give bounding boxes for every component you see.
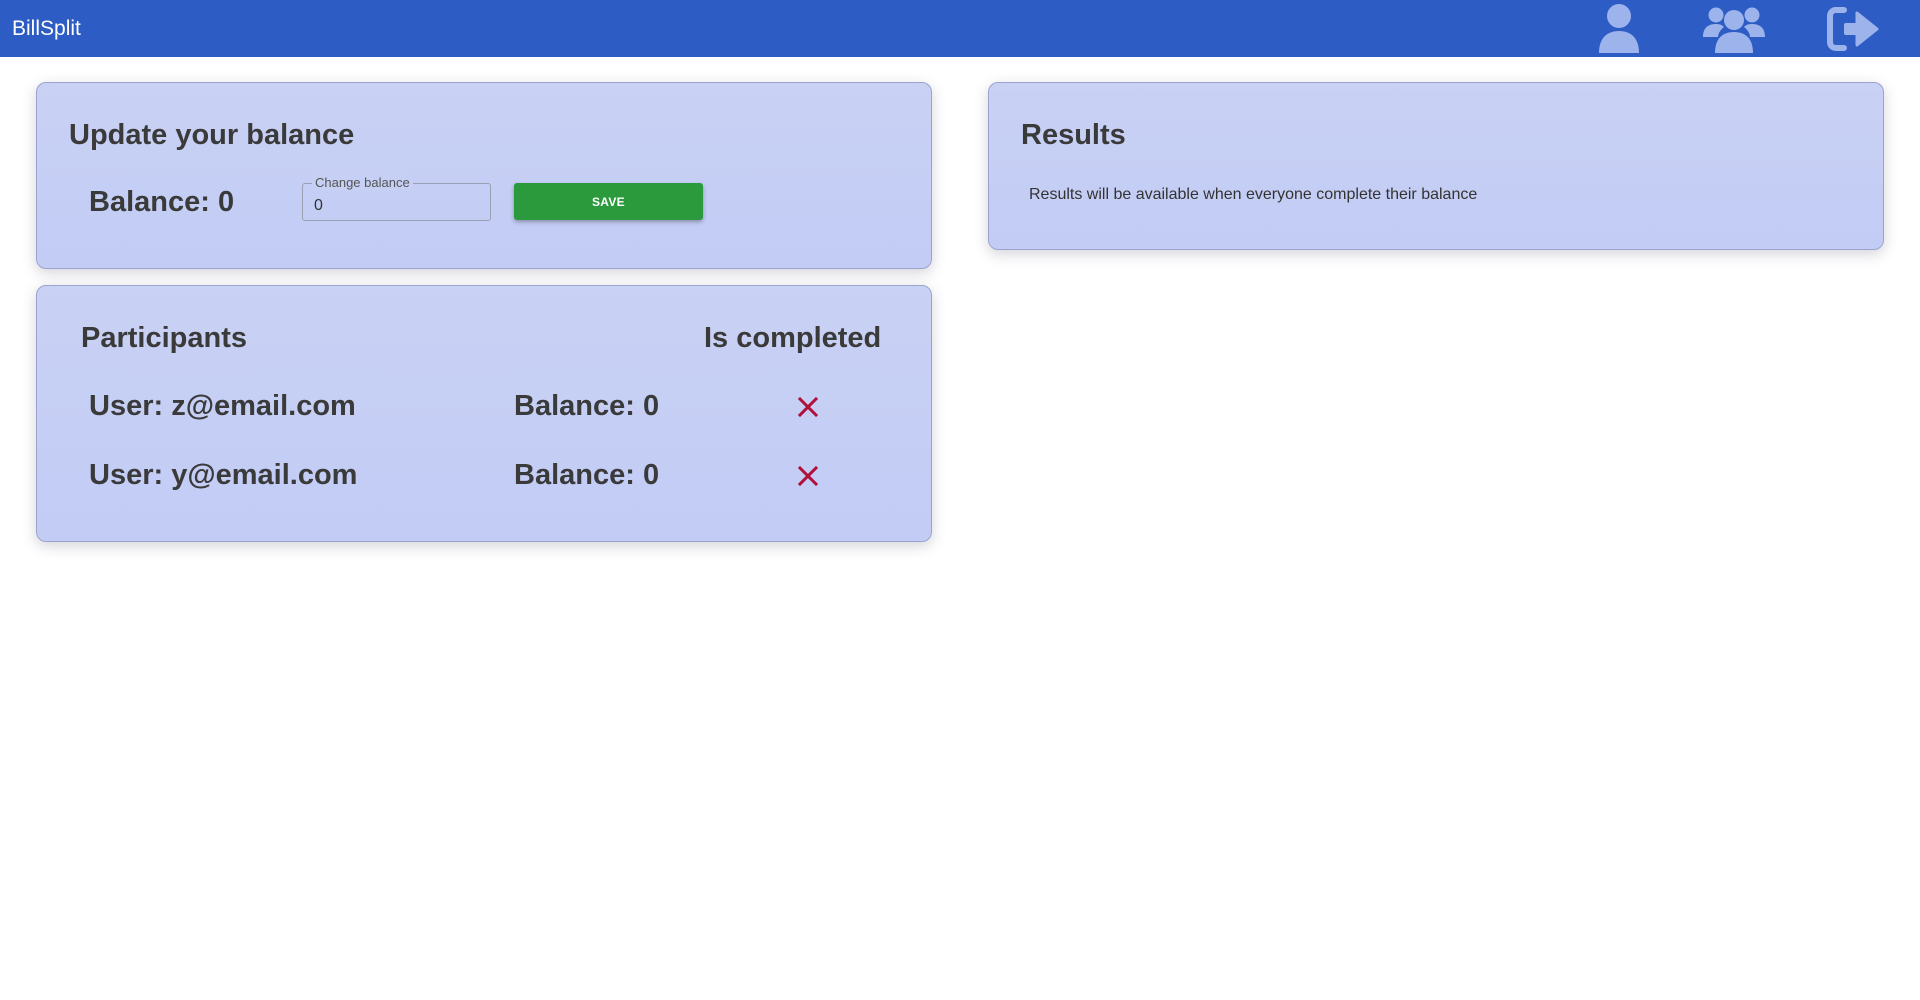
participant-balance: Balance: 0: [514, 390, 660, 422]
results-title: Results: [1021, 119, 1126, 151]
results-card: Results Results will be available when e…: [988, 82, 1884, 250]
close-icon: [797, 396, 819, 418]
results-message: Results will be available when everyone …: [1029, 186, 1478, 203]
top-app-bar: BillSplit: [0, 0, 1920, 57]
participant-user: User: y@email.com: [89, 459, 358, 491]
app-title[interactable]: BillSplit: [12, 0, 81, 57]
is-completed-header: Is completed: [704, 322, 882, 354]
logout-icon[interactable]: [1827, 6, 1879, 52]
close-icon: [797, 465, 819, 487]
group-icon[interactable]: [1703, 3, 1765, 53]
update-balance-card: Update your balance Balance: 0 Change ba…: [36, 82, 932, 269]
change-balance-input[interactable]: [303, 184, 490, 220]
save-button[interactable]: SAVE: [514, 183, 703, 220]
participant-balance: Balance: 0: [514, 459, 660, 491]
update-balance-title: Update your balance: [69, 119, 355, 151]
participants-card: Participants Is completed User: z@email.…: [36, 285, 932, 542]
profile-icon[interactable]: [1597, 3, 1641, 53]
participant-user: User: z@email.com: [89, 390, 356, 422]
participants-title: Participants: [81, 322, 247, 354]
change-balance-field[interactable]: Change balance: [302, 175, 491, 221]
current-balance: Balance: 0: [89, 186, 235, 218]
